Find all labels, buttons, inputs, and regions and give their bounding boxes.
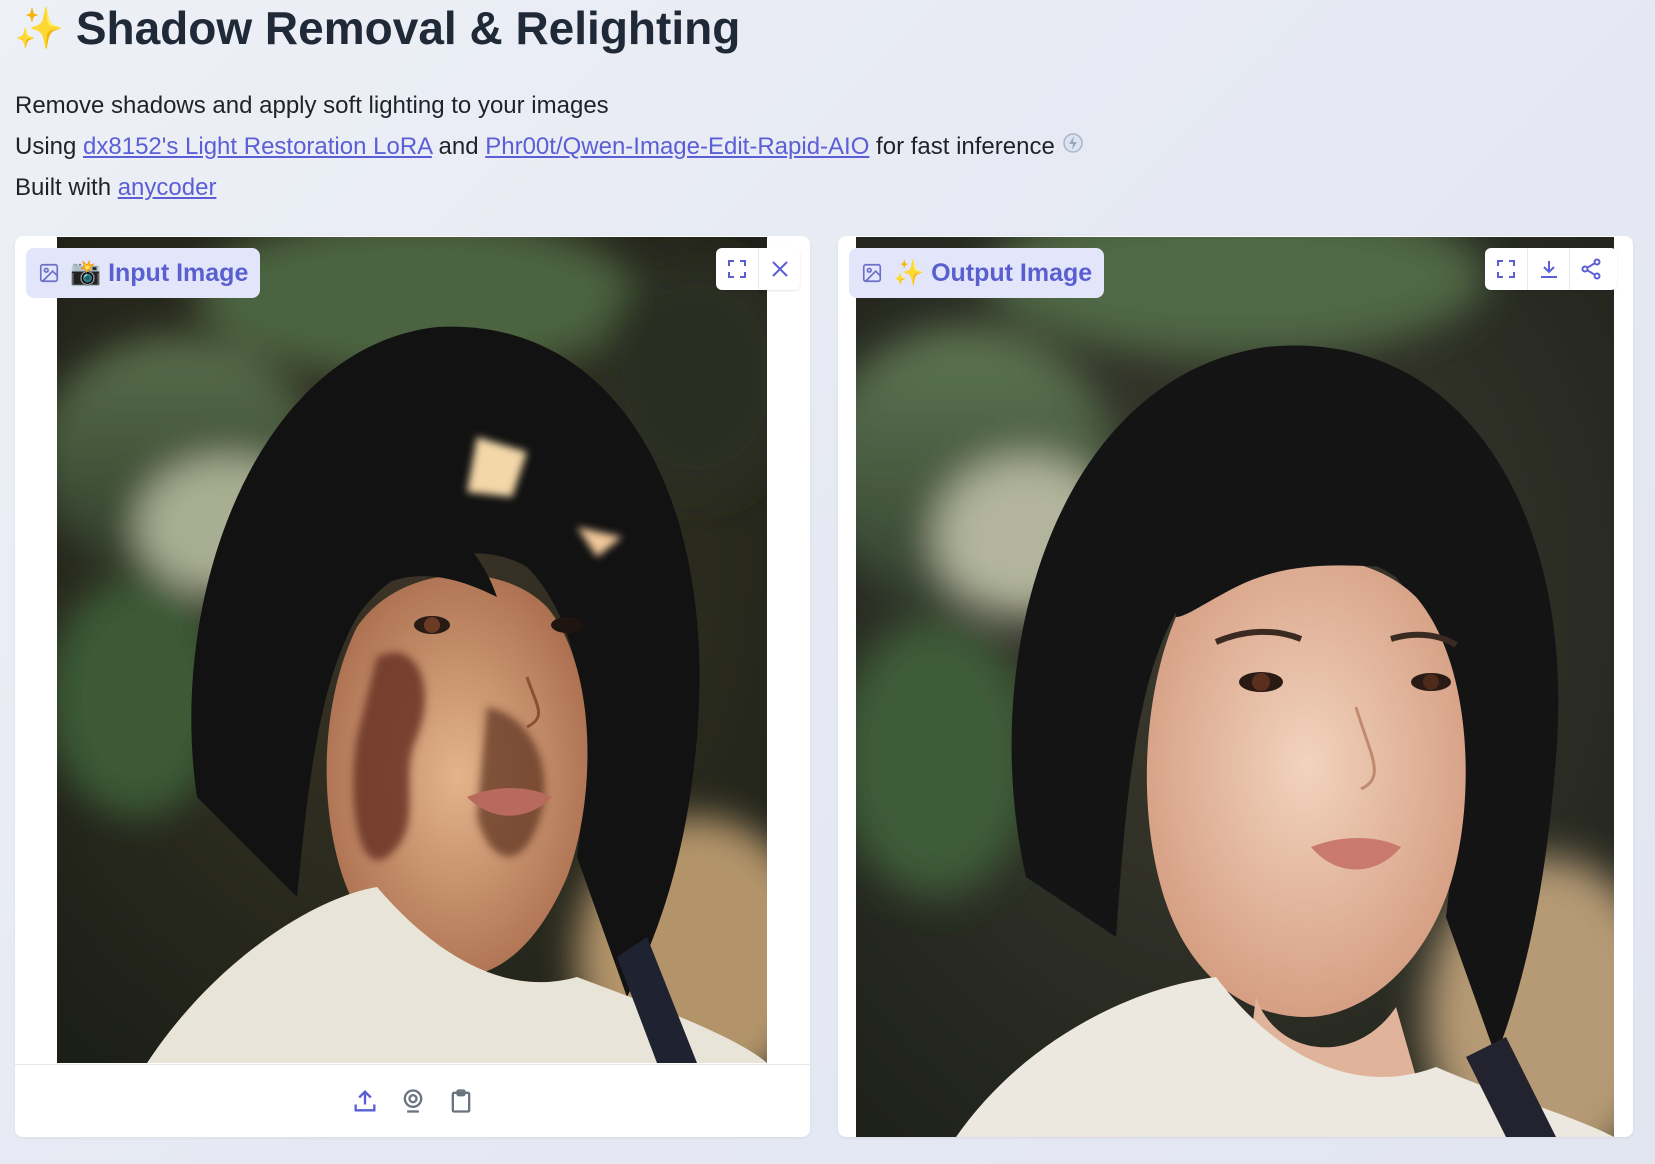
description-line-1: Remove shadows and apply soft lighting t… [15,92,609,119]
anycoder-link[interactable]: anycoder [118,174,217,201]
webcam-icon[interactable] [399,1087,427,1115]
page-title-text: Shadow Removal & Relighting [75,2,741,54]
share-icon[interactable] [1569,248,1611,290]
description-line-2: Using dx8152's Light Restoration LoRA an… [15,131,1085,164]
close-icon[interactable] [758,248,800,290]
model-link[interactable]: Phr00t/Qwen-Image-Edit-Rapid-AIO [485,133,869,160]
input-image-label-text: 📸 Input Image [70,258,249,287]
input-image-toolbar [716,248,800,290]
output-image-toolbar [1485,248,1617,290]
input-image-panel: 📸 Input Image [15,236,810,1137]
description-line-3: Built with anycoder [15,174,217,201]
fullscreen-icon[interactable] [716,248,758,290]
input-image[interactable] [57,237,767,1063]
input-image-label: 📸 Input Image [26,248,261,298]
output-image-panel: ✨ Output Image [838,236,1633,1137]
output-image-label: ✨ Output Image [849,248,1105,298]
sparkles-icon: ✨ [14,6,64,51]
input-source-bar [15,1064,810,1137]
image-icon [38,262,60,284]
upload-icon[interactable] [351,1087,379,1115]
lora-link[interactable]: dx8152's Light Restoration LoRA [83,133,432,160]
fullscreen-icon[interactable] [1485,248,1527,290]
download-icon[interactable] [1527,248,1569,290]
lightning-icon [1061,131,1085,164]
image-icon [861,262,883,284]
page-title: ✨ Shadow Removal & Relighting [14,0,740,56]
clipboard-icon[interactable] [447,1087,475,1115]
output-image-label-text: ✨ Output Image [893,258,1093,287]
output-image [856,237,1614,1137]
